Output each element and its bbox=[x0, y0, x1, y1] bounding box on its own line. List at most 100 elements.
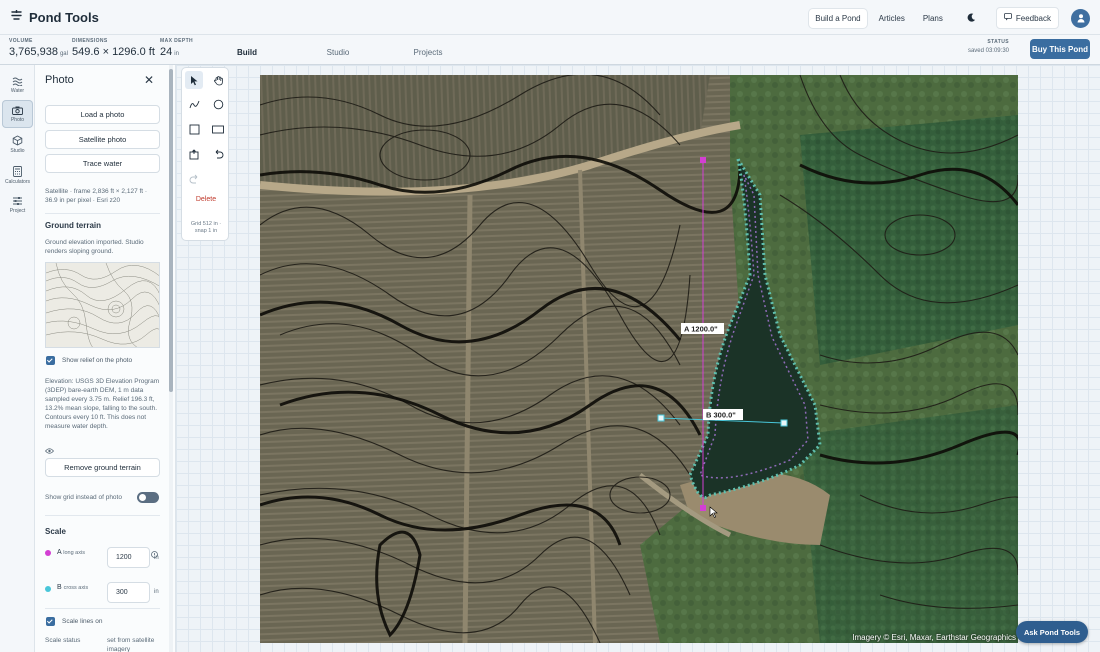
select-arrow-icon[interactable] bbox=[185, 71, 203, 89]
rail-item-photo[interactable]: Photo bbox=[2, 100, 33, 128]
cube-icon bbox=[12, 134, 23, 146]
divider bbox=[45, 608, 160, 609]
ask-pond-tools-button[interactable]: Ask Pond Tools bbox=[1016, 621, 1088, 643]
divider bbox=[45, 515, 160, 516]
calculator-icon bbox=[13, 165, 22, 177]
imagery-credit: Imagery © Esri, Maxar, Earthstar Geograp… bbox=[852, 633, 1016, 642]
tab-projects[interactable]: Projects bbox=[387, 40, 469, 65]
label-a: A 1200.0" bbox=[684, 325, 718, 334]
camera-icon bbox=[12, 106, 23, 115]
feedback-button[interactable]: Feedback bbox=[995, 7, 1059, 29]
trace-water-button[interactable]: Trace water bbox=[45, 154, 160, 173]
rail-item-water[interactable]: Water bbox=[2, 71, 33, 99]
satellite-photo-button[interactable]: Satellite photo bbox=[45, 130, 160, 149]
photo-panel: Photo ✕ Load a photo Satellite photo Tra… bbox=[35, 65, 176, 652]
app-name: Pond Tools bbox=[29, 9, 99, 25]
tab-build[interactable]: Build bbox=[206, 40, 288, 65]
max-depth-unit: in bbox=[174, 51, 179, 57]
nav-plans[interactable]: Plans bbox=[917, 9, 949, 28]
scale-status-value: set from satellite imagery bbox=[107, 637, 155, 652]
label-b: B 300.0" bbox=[706, 411, 736, 420]
dark-mode-moon-icon[interactable] bbox=[967, 11, 976, 25]
max-depth-stat: MAX DEPTH 24 in bbox=[160, 38, 193, 58]
freehand-line-icon[interactable] bbox=[185, 95, 203, 113]
status-value: saved 03:09:30 bbox=[967, 48, 1009, 54]
feedback-label: Feedback bbox=[1015, 13, 1051, 23]
stats-bar: VOLUME 3,765,938 gal DIMENSIONS 549.6 × 1… bbox=[0, 35, 1100, 65]
scale-lines-checkbox[interactable] bbox=[46, 617, 55, 626]
eye-icon[interactable] bbox=[44, 443, 55, 457]
dimensions-label: DIMENSIONS bbox=[72, 38, 108, 44]
status-label: STATUS bbox=[987, 39, 1009, 45]
volume-unit: gal bbox=[59, 51, 68, 57]
undo-icon[interactable] bbox=[209, 145, 227, 163]
show-relief-checkbox[interactable] bbox=[46, 356, 55, 365]
satellite-info: Satellite · frame 2,836 ft × 2,127 ft · … bbox=[45, 188, 148, 204]
volume-stat: VOLUME 3,765,938 gal bbox=[9, 38, 68, 58]
nav-build-a-pond[interactable]: Build a Pond bbox=[809, 8, 867, 28]
dimensions-stat: DIMENSIONS 549.6 × 1296.0 ft bbox=[72, 38, 155, 58]
rail-item-project[interactable]: Project bbox=[2, 191, 33, 219]
rail-label-project: Project bbox=[9, 208, 26, 214]
circle-tool-icon[interactable] bbox=[209, 95, 227, 113]
dimensions-value: 549.6 × 1296.0 ft bbox=[72, 46, 155, 58]
show-relief-label: Show relief on the photo bbox=[62, 357, 133, 364]
grid-info: Grid 512 in · snap 1 in bbox=[190, 221, 222, 234]
scale-lines-label: Scale lines on bbox=[62, 618, 103, 625]
scale-status-label: Scale status bbox=[45, 637, 81, 644]
show-grid-toggle[interactable] bbox=[137, 492, 159, 503]
close-icon[interactable]: ✕ bbox=[144, 73, 154, 87]
elevation-note: Elevation: USGS 3D Elevation Program (3D… bbox=[45, 378, 160, 430]
top-nav: Build a Pond Articles Plans Feedback bbox=[809, 7, 1090, 29]
brand[interactable]: Pond Tools bbox=[10, 9, 99, 25]
divider bbox=[45, 213, 160, 214]
panel-scrollbar[interactable] bbox=[169, 65, 173, 652]
axis-a-input[interactable]: 1200 bbox=[107, 547, 150, 568]
pond-tools-logo-icon bbox=[10, 9, 23, 25]
tab-studio[interactable]: Studio bbox=[297, 40, 379, 65]
max-depth-value: 24 bbox=[160, 46, 173, 58]
rectangle-tool-icon[interactable] bbox=[209, 120, 227, 138]
left-rail: Water Photo Studio Calculators Project bbox=[0, 65, 35, 652]
rail-label-calculators: Calculators bbox=[4, 178, 30, 185]
buy-this-pond-button[interactable]: Buy This Pond bbox=[1030, 39, 1090, 59]
top-bar: Pond Tools Build a Pond Articles Plans F… bbox=[0, 0, 1100, 35]
import-shape-icon[interactable] bbox=[185, 145, 203, 163]
rail-item-studio[interactable]: Studio bbox=[2, 130, 33, 158]
load-photo-button[interactable]: Load a photo bbox=[45, 105, 160, 124]
user-avatar-icon[interactable] bbox=[1071, 8, 1090, 28]
rail-item-calculators[interactable]: Calculators bbox=[2, 161, 33, 189]
rail-label-studio: Studio bbox=[10, 147, 25, 154]
axis-b-label: B cross axis bbox=[57, 584, 89, 591]
hand-pan-icon[interactable] bbox=[209, 71, 227, 89]
ground-terrain-title: Ground terrain bbox=[45, 221, 102, 230]
map-drawing[interactable]: A 1200.0" B 300.0" bbox=[260, 75, 1018, 643]
square-tool-icon[interactable] bbox=[185, 120, 203, 138]
show-grid-label: Show grid instead of photo bbox=[45, 494, 122, 501]
redo-icon[interactable] bbox=[185, 170, 203, 188]
save-status: STATUS saved 03:09:30 bbox=[968, 39, 1009, 54]
delete-button[interactable]: Delete bbox=[187, 196, 225, 203]
max-depth-label: MAX DEPTH bbox=[160, 38, 194, 44]
terrain-relief-thumbnail bbox=[45, 262, 160, 348]
axis-b-color-dot bbox=[45, 586, 51, 592]
volume-label: VOLUME bbox=[9, 38, 33, 44]
axis-a-label: A long axis bbox=[57, 549, 85, 556]
axis-b-unit: in bbox=[154, 589, 159, 595]
rail-label-photo: Photo bbox=[10, 116, 25, 123]
scale-title: Scale bbox=[45, 527, 66, 536]
water-waves-icon bbox=[12, 77, 23, 86]
axis-a-color-dot bbox=[45, 550, 51, 556]
volume-value: 3,765,938 bbox=[9, 46, 58, 58]
nav-articles[interactable]: Articles bbox=[873, 9, 911, 28]
panel-title: Photo bbox=[45, 74, 74, 86]
axis-b-input[interactable]: 300 bbox=[107, 582, 150, 603]
sliders-icon bbox=[13, 197, 22, 205]
satellite-map[interactable]: A 1200.0" B 300.0" Imagery © Esri, Maxar… bbox=[260, 75, 1018, 643]
axis-a-unit: in bbox=[154, 555, 159, 561]
chat-bubble-icon bbox=[1003, 13, 1012, 23]
tools-palette: Delete Grid 512 in · snap 1 in bbox=[181, 67, 229, 241]
rail-label-water: Water bbox=[10, 87, 25, 94]
remove-ground-terrain-button[interactable]: Remove ground terrain bbox=[45, 458, 160, 477]
ground-terrain-note: Ground elevation imported. Studio render… bbox=[45, 239, 144, 255]
